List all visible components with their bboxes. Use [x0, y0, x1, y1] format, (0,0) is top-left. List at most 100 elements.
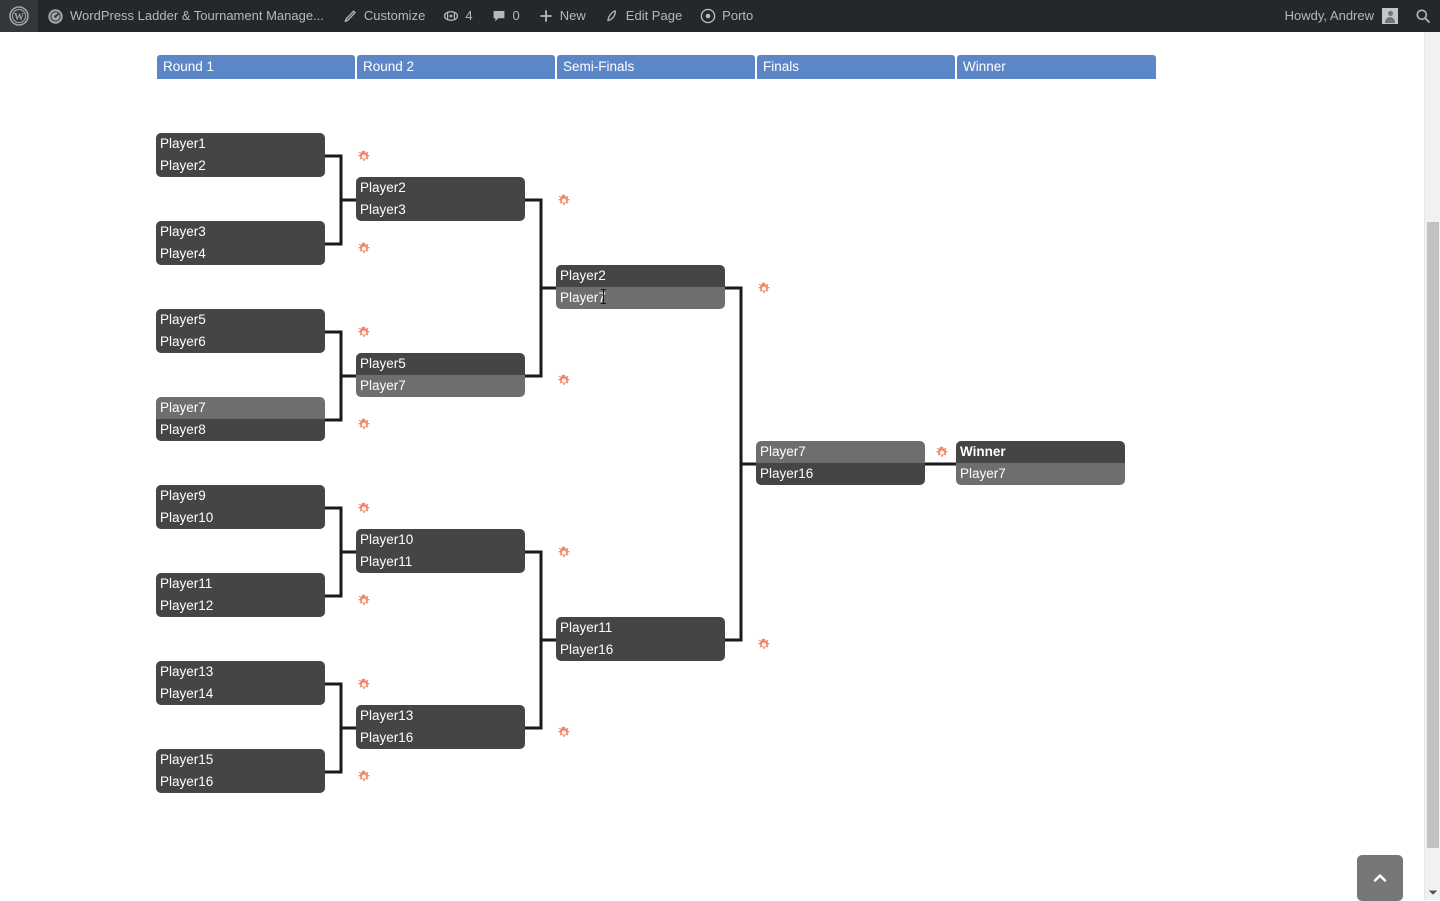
- bracket-match-slot[interactable]: Winner: [956, 441, 1125, 463]
- bracket-match[interactable]: Player3 Player4: [156, 221, 325, 265]
- bracket-match-slot[interactable]: Player13: [356, 705, 525, 727]
- gear-icon[interactable]: [356, 241, 372, 257]
- bracket-match[interactable]: Player5 Player6: [156, 309, 325, 353]
- bracket-connector: [325, 552, 343, 598]
- adminbar-site-name[interactable]: WordPress Ladder & Tournament Manage...: [38, 0, 333, 32]
- adminbar-wp-logo[interactable]: W: [0, 0, 38, 32]
- bracket-match-slot[interactable]: Player6: [156, 331, 325, 353]
- bracket-match-slot[interactable]: Player16: [156, 771, 325, 793]
- tournament-bracket: Player1 Player2 Player3 Player4 Player5 Playe…: [0, 32, 1424, 900]
- gear-icon[interactable]: [356, 325, 372, 341]
- bracket-match-slot[interactable]: Player3: [156, 221, 325, 243]
- bracket-match-slot[interactable]: Player12: [156, 595, 325, 617]
- bracket-connector: [325, 728, 343, 774]
- bracket-match-slot[interactable]: Player15: [156, 749, 325, 771]
- bracket-match-slot[interactable]: Player7: [756, 441, 925, 463]
- bracket-match-slot[interactable]: Player16: [356, 727, 525, 749]
- gear-icon[interactable]: [356, 677, 372, 693]
- adminbar-edit-page[interactable]: Edit Page: [595, 0, 691, 32]
- gear-icon[interactable]: [556, 545, 572, 561]
- bracket-match[interactable]: Player10 Player11: [356, 529, 525, 573]
- bracket-match[interactable]: Player7 Player16: [756, 441, 925, 485]
- gear-icon[interactable]: [356, 149, 372, 165]
- adminbar-theme-label: Porto: [722, 8, 754, 23]
- pencil-icon: [604, 8, 620, 24]
- bracket-match[interactable]: Player11 Player12: [156, 573, 325, 617]
- bracket-match[interactable]: Player5 Player7: [356, 353, 525, 397]
- bracket-match-slot[interactable]: Player11: [356, 551, 525, 573]
- bracket-match-slot[interactable]: Player7: [356, 375, 525, 397]
- adminbar-new-content[interactable]: New: [529, 0, 595, 32]
- gear-icon[interactable]: [356, 501, 372, 517]
- adminbar-search[interactable]: [1406, 0, 1440, 32]
- bracket-match-slot[interactable]: Player14: [156, 683, 325, 705]
- bracket-match-slot[interactable]: Player7: [156, 397, 325, 419]
- bracket-connector: [725, 286, 756, 466]
- gear-icon[interactable]: [934, 445, 950, 461]
- adminbar-comments[interactable]: 0: [482, 0, 529, 32]
- adminbar-my-account[interactable]: Howdy, Andrew: [1277, 0, 1406, 32]
- bracket-match-slot[interactable]: Player10: [356, 529, 525, 551]
- bracket-match-slot[interactable]: Player5: [156, 309, 325, 331]
- bracket-connector: [325, 154, 356, 202]
- bracket-match-slot[interactable]: Player1: [156, 133, 325, 155]
- gear-icon[interactable]: [356, 593, 372, 609]
- bracket-match[interactable]: Player7 Player8: [156, 397, 325, 441]
- bracket-match-slot[interactable]: Player8: [156, 419, 325, 441]
- gear-icon[interactable]: [756, 637, 772, 653]
- bracket-match-slot[interactable]: Player3: [356, 199, 525, 221]
- bracket-connector: [325, 506, 356, 554]
- search-icon: [1415, 8, 1431, 24]
- bracket-match-slot[interactable]: Player4: [156, 243, 325, 265]
- bracket-match-slot[interactable]: Player7: [556, 287, 725, 309]
- bracket-match-slot[interactable]: Player5: [356, 353, 525, 375]
- bracket-match[interactable]: Player2 Player3: [356, 177, 525, 221]
- adminbar-customize[interactable]: Customize: [333, 0, 434, 32]
- adminbar-updates[interactable]: 4: [434, 0, 481, 32]
- bracket-match-slot[interactable]: Player11: [556, 617, 725, 639]
- gear-icon[interactable]: [356, 417, 372, 433]
- bracket-match-slot[interactable]: Player16: [556, 639, 725, 661]
- gear-icon[interactable]: [556, 725, 572, 741]
- bracket-match[interactable]: Player11 Player16: [556, 617, 725, 661]
- bracket-connector: [525, 640, 543, 730]
- bracket-match-slot[interactable]: Player9: [156, 485, 325, 507]
- adminbar-howdy-label: Howdy, Andrew: [1284, 8, 1374, 23]
- bracket-match[interactable]: Player9 Player10: [156, 485, 325, 529]
- gear-icon[interactable]: [756, 281, 772, 297]
- bracket-connector: [325, 330, 356, 378]
- bracket-match-slot[interactable]: Player7: [956, 463, 1125, 485]
- bracket-connector: [325, 200, 343, 246]
- bracket-match[interactable]: Player13 Player14: [156, 661, 325, 705]
- bracket-match[interactable]: Player1 Player2: [156, 133, 325, 177]
- bracket-match-slot[interactable]: Player16: [756, 463, 925, 485]
- bracket-match-slot[interactable]: Player11: [156, 573, 325, 595]
- page-scrollbar[interactable]: [1424, 32, 1440, 900]
- bracket-match[interactable]: Winner Player7: [956, 441, 1125, 485]
- adminbar-theme[interactable]: Porto: [691, 0, 762, 32]
- bracket-match-slot[interactable]: Player2: [556, 265, 725, 287]
- bracket-match[interactable]: Player13 Player16: [356, 705, 525, 749]
- adminbar-new-label: New: [559, 8, 586, 23]
- bracket-match-slot[interactable]: Player10: [156, 507, 325, 529]
- adminbar-site-title: WordPress Ladder & Tournament Manage...: [70, 8, 324, 23]
- bracket-connector: [525, 198, 556, 290]
- gear-icon[interactable]: [356, 769, 372, 785]
- paintbrush-icon: [342, 8, 358, 24]
- bracket-match-slot[interactable]: Player2: [356, 177, 525, 199]
- bracket-match-slot[interactable]: Player13: [156, 661, 325, 683]
- adminbar-updates-count: 4: [465, 8, 473, 23]
- dashboard-speedometer-icon: [47, 8, 64, 25]
- gear-icon[interactable]: [556, 193, 572, 209]
- bracket-match[interactable]: Player15 Player16: [156, 749, 325, 793]
- scrollbar-thumb[interactable]: [1427, 222, 1439, 848]
- bracket-match[interactable]: Player2 Player7: [556, 265, 725, 309]
- scroll-to-top-button[interactable]: [1357, 855, 1403, 901]
- gear-icon[interactable]: [556, 373, 572, 389]
- bracket-match-slot[interactable]: Player2: [156, 155, 325, 177]
- wp-admin-bar: W WordPress Ladder & Tournament Manage..…: [0, 0, 1440, 32]
- scrollbar-down-arrow[interactable]: [1425, 884, 1440, 900]
- bracket-connector: [325, 376, 343, 422]
- update-arrows-icon: [443, 8, 459, 24]
- bracket-connector: [325, 682, 356, 730]
